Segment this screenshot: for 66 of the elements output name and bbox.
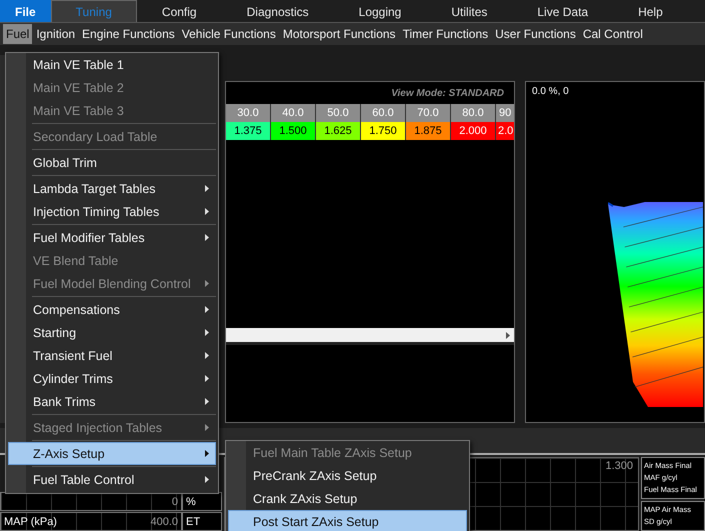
cursor-readout: 0.0 %, 0 xyxy=(531,85,570,99)
caret-icon xyxy=(205,476,209,483)
view-mode-label: View Mode: STANDARD xyxy=(390,87,505,101)
gauge-label: MAP (kPa) xyxy=(4,516,57,528)
caret-icon xyxy=(205,450,209,457)
gauge-unit: % xyxy=(182,492,222,511)
table-cell[interactable]: 1.625 xyxy=(316,122,361,140)
menu-item[interactable]: Transient Fuel xyxy=(8,344,216,367)
menu-item[interactable]: Engine Functions xyxy=(79,24,178,44)
caret-icon xyxy=(205,185,209,192)
caret-icon xyxy=(205,375,209,382)
caret-icon xyxy=(205,306,209,313)
menu-tab[interactable]: Help xyxy=(613,0,688,22)
column-header: 70.0 xyxy=(406,104,451,122)
caret-icon xyxy=(205,208,209,215)
table-cell[interactable]: 1.375 xyxy=(226,122,271,140)
menu-item[interactable]: Fuel Table Control xyxy=(8,468,216,491)
column-header: 30.0 xyxy=(226,104,271,122)
caret-icon xyxy=(205,424,209,431)
menu-item[interactable]: Timer Functions xyxy=(400,24,492,44)
column-header: 50.0 xyxy=(316,104,361,122)
gauge-value: 0 xyxy=(172,496,178,508)
menu-item[interactable]: Global Trim xyxy=(8,151,216,174)
gauge-value: 400.0 xyxy=(150,516,178,528)
caret-icon xyxy=(506,332,510,338)
menu-item[interactable]: Z-Axis Setup xyxy=(8,442,216,465)
menu-item[interactable]: User Functions xyxy=(492,24,579,44)
menu-item[interactable]: Injection Timing Tables xyxy=(8,200,216,223)
table-cell[interactable]: 1.875 xyxy=(406,122,451,140)
menu-item[interactable]: Crank ZAxis Setup xyxy=(228,487,467,510)
column-header: 60.0 xyxy=(361,104,406,122)
menu-item[interactable]: Fuel Modifier Tables xyxy=(8,226,216,249)
table-cell[interactable]: 1.750 xyxy=(361,122,406,140)
gauge-unit: ET xyxy=(182,512,222,531)
menu-item[interactable]: Cal Control xyxy=(580,24,646,44)
table-cell[interactable]: 1.500 xyxy=(271,122,316,140)
caret-icon xyxy=(205,329,209,336)
menu-item[interactable]: Bank Trims xyxy=(8,390,216,413)
caret-icon xyxy=(205,352,209,359)
menu-tab[interactable]: Config xyxy=(136,0,222,22)
file-menu-button[interactable]: File xyxy=(0,0,51,22)
menu-item[interactable]: Cylinder Trims xyxy=(8,367,216,390)
menu-tab[interactable]: Logging xyxy=(334,0,426,22)
menu-item[interactable]: Starting xyxy=(8,321,216,344)
menu-item[interactable]: Main VE Table 1 xyxy=(8,53,216,76)
column-header: 90 xyxy=(496,104,514,122)
column-header: 80.0 xyxy=(451,104,496,122)
menu-item[interactable]: Fuel xyxy=(3,24,32,44)
menu-item[interactable]: Ignition xyxy=(33,24,78,44)
table-cell[interactable]: 2.0 xyxy=(496,122,514,140)
caret-icon xyxy=(205,280,209,287)
menu-item[interactable]: Lambda Target Tables xyxy=(8,177,216,200)
menu-item[interactable]: Post Start ZAxis Setup xyxy=(228,510,467,531)
menu-item[interactable]: PreCrank ZAxis Setup xyxy=(228,464,467,487)
menu-tab[interactable]: Live Data xyxy=(512,0,614,22)
column-header: 40.0 xyxy=(271,104,316,122)
graph-max-label: 1.300 xyxy=(605,460,633,472)
table-cell[interactable]: 2.000 xyxy=(451,122,496,140)
horizontal-scrollbar[interactable] xyxy=(226,328,514,342)
menu-item[interactable]: Vehicle Functions xyxy=(178,24,279,44)
caret-icon xyxy=(205,234,209,241)
menu-item[interactable]: Compensations xyxy=(8,298,216,321)
menu-item[interactable]: Motorsport Functions xyxy=(280,24,399,44)
menu-tab[interactable]: Diagnostics xyxy=(222,0,334,22)
caret-icon xyxy=(205,398,209,405)
menu-tab[interactable]: Utilites xyxy=(426,0,512,22)
